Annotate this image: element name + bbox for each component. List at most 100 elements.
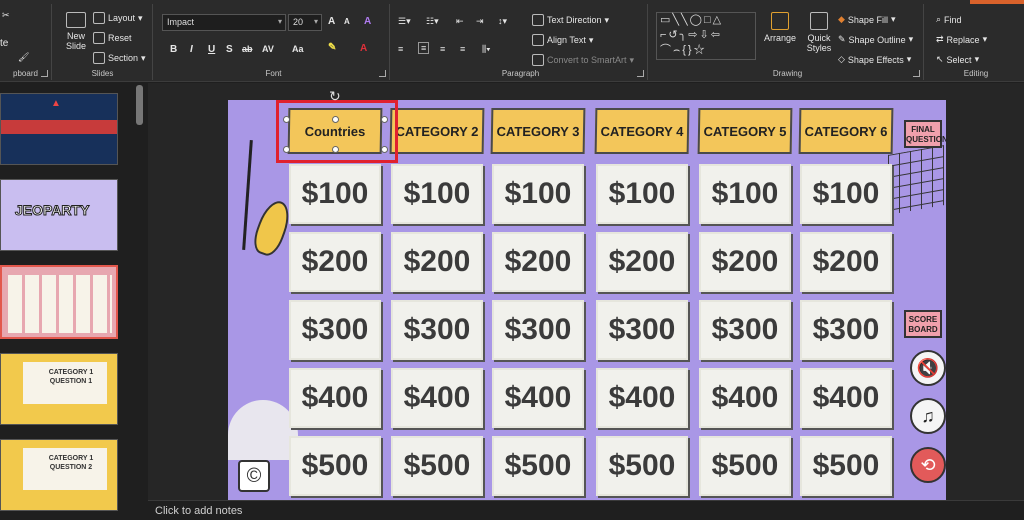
paste-button[interactable]: te <box>0 38 8 49</box>
char-spacing-button[interactable]: AV <box>262 44 274 54</box>
arrange-button[interactable]: Arrange <box>764 12 796 43</box>
value-cell[interactable]: $200 <box>289 232 381 292</box>
value-cell[interactable]: $500 <box>596 436 688 496</box>
slide-thumbnail-5[interactable]: CATEGORY 1 QUESTION 2 <box>0 439 118 511</box>
shrink-font-button[interactable]: A <box>344 17 350 26</box>
value-cell[interactable]: $100 <box>699 164 791 224</box>
font-color-icon[interactable]: A <box>360 43 367 54</box>
justify-icon[interactable]: ≡ <box>460 44 465 54</box>
value-cell[interactable]: $200 <box>596 232 688 292</box>
category-header[interactable]: CATEGORY 6 <box>798 108 894 154</box>
reset-button[interactable]: Reset <box>93 32 132 44</box>
value-cell[interactable]: $200 <box>699 232 791 292</box>
line-spacing-icon[interactable]: ↕▾ <box>498 16 507 27</box>
score-board-badge[interactable]: SCORE BOARD <box>904 310 942 338</box>
numbering-icon[interactable]: ☷▾ <box>426 16 439 27</box>
slide-thumbnail-4[interactable]: CATEGORY 1 QUESTION 1 <box>0 353 118 425</box>
align-right-icon[interactable]: ≡ <box>440 44 445 54</box>
value-cell[interactable]: $200 <box>492 232 584 292</box>
align-center-icon[interactable]: ≡ <box>418 42 430 54</box>
value-cell[interactable]: $100 <box>391 164 483 224</box>
strikethrough-button[interactable]: ab <box>242 44 253 54</box>
value-cell[interactable]: $200 <box>391 232 483 292</box>
category-header[interactable]: CATEGORY 3 <box>490 108 586 154</box>
shapes-gallery[interactable]: ▭╲╲◯□△ ⌐↺╮⇨⇩⇦ ⌒⌢{}☆ <box>656 12 756 60</box>
new-slide-button[interactable]: New Slide <box>59 12 93 51</box>
value-cell[interactable]: $400 <box>800 368 892 428</box>
value-cell[interactable]: $300 <box>699 300 791 360</box>
value-cell[interactable]: $500 <box>289 436 381 496</box>
thumbnail-scrollbar[interactable] <box>136 85 143 125</box>
value-cell[interactable]: $400 <box>699 368 791 428</box>
font-launcher[interactable] <box>379 70 386 77</box>
value-cell[interactable]: $400 <box>596 368 688 428</box>
slide-thumbnail-2[interactable]: JEOPARTY <box>0 179 118 251</box>
value-cell[interactable]: $500 <box>391 436 483 496</box>
clear-format-icon[interactable]: A <box>364 16 371 27</box>
value-cell[interactable]: $500 <box>492 436 584 496</box>
paragraph-launcher[interactable] <box>637 70 644 77</box>
value-cell[interactable]: $400 <box>492 368 584 428</box>
slide-thumbnail-1[interactable]: ▲ <box>0 93 118 165</box>
select-button[interactable]: ↖ Select ▾ <box>936 54 979 65</box>
columns-icon[interactable]: ⫼▾ <box>482 44 491 55</box>
value-cell[interactable]: $400 <box>391 368 483 428</box>
replace-button[interactable]: ⇄ Replace ▾ <box>936 34 987 45</box>
slide-thumbnail-3[interactable] <box>0 265 118 339</box>
change-case-button[interactable]: Aa <box>292 44 304 54</box>
shape-effects-button[interactable]: ◇ Shape Effects ▾ <box>838 54 911 65</box>
format-painter-icon[interactable]: 🖌 <box>18 52 29 63</box>
increase-indent-icon[interactable]: ⇥ <box>476 16 484 27</box>
layout-button[interactable]: Layout ▾ <box>93 12 143 24</box>
final-question-badge[interactable]: FINAL QUESTION <box>904 120 946 148</box>
clipboard-launcher[interactable] <box>41 70 48 77</box>
align-text-button[interactable]: Align Text ▾ <box>532 34 593 46</box>
shape-outline-button[interactable]: ✎ Shape Outline ▾ <box>838 34 913 45</box>
category-header[interactable]: CATEGORY 5 <box>697 108 793 154</box>
value-cell[interactable]: $300 <box>391 300 483 360</box>
value-cell[interactable]: $200 <box>800 232 892 292</box>
bold-button[interactable]: B <box>170 44 177 55</box>
music-note-icon[interactable]: ♫ <box>910 398 946 434</box>
font-size-select[interactable]: 20 ▾ <box>288 14 322 31</box>
underline-button[interactable]: U <box>208 44 215 55</box>
value-cell[interactable]: $500 <box>699 436 791 496</box>
drawing-launcher[interactable] <box>913 70 920 77</box>
font-name-select[interactable]: Impact ▾ <box>162 14 286 31</box>
value-cell[interactable]: $500 <box>800 436 892 496</box>
section-button[interactable]: Section ▾ <box>93 52 146 64</box>
resize-handle[interactable] <box>381 116 388 123</box>
decrease-indent-icon[interactable]: ⇤ <box>456 16 464 27</box>
highlight-icon[interactable]: ✎ <box>328 42 336 53</box>
return-arrow-icon[interactable]: ⟲ <box>910 447 946 483</box>
notes-pane[interactable]: Click to add notes <box>148 500 1024 520</box>
category-header[interactable]: CATEGORY 2 <box>389 108 485 154</box>
value-cell[interactable]: $100 <box>492 164 584 224</box>
value-cell[interactable]: $400 <box>289 368 381 428</box>
find-button[interactable]: ⌕ Find <box>936 14 962 25</box>
rotate-handle-icon[interactable]: ↻ <box>329 88 341 105</box>
value-cell[interactable]: $300 <box>492 300 584 360</box>
resize-handle[interactable] <box>332 146 339 153</box>
shape-fill-button[interactable]: ◆ Shape Fill ▾ <box>838 14 895 25</box>
cut-icon[interactable]: ✂ <box>2 10 10 21</box>
value-cell[interactable]: $100 <box>596 164 688 224</box>
resize-handle[interactable] <box>283 116 290 123</box>
value-cell[interactable]: $100 <box>800 164 892 224</box>
align-left-icon[interactable]: ≡ <box>398 44 403 54</box>
value-cell[interactable]: $300 <box>800 300 892 360</box>
resize-handle[interactable] <box>332 116 339 123</box>
speaker-mute-icon[interactable]: 🔇 <box>910 350 946 386</box>
resize-handle[interactable] <box>381 146 388 153</box>
italic-button[interactable]: I <box>190 44 193 55</box>
bullets-icon[interactable]: ☰▾ <box>398 16 411 27</box>
category-header[interactable]: CATEGORY 4 <box>594 108 690 154</box>
resize-handle[interactable] <box>283 146 290 153</box>
convert-smartart-button[interactable]: Convert to SmartArt ▾ <box>532 54 634 66</box>
text-direction-button[interactable]: Text Direction ▾ <box>532 14 609 26</box>
value-cell[interactable]: $300 <box>596 300 688 360</box>
shadow-button[interactable]: S <box>226 44 233 55</box>
quick-styles-button[interactable]: Quick Styles <box>802 12 836 53</box>
grow-font-button[interactable]: A <box>328 16 335 27</box>
jeopardy-board-slide[interactable]: Countries CATEGORY 2 CATEGORY 3 CATEGORY 4C… <box>228 100 946 500</box>
